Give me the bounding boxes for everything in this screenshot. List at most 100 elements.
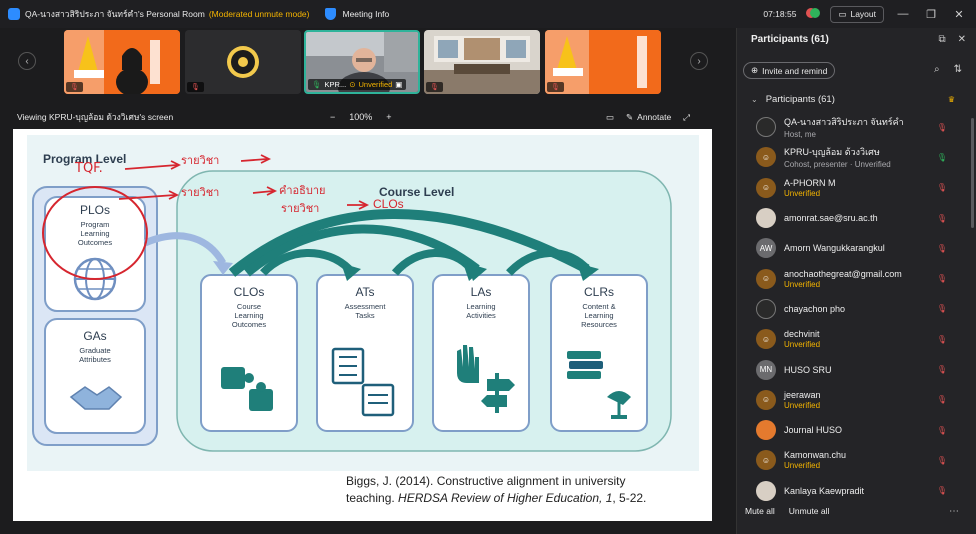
citation-volume: , 1 xyxy=(599,491,613,505)
participant-row[interactable]: ☺ Kamonwan.chu Unverified 🎙 xyxy=(737,445,969,475)
participant-list: QA-นางสาวสิริประภา จันทร์คำ Host, me 🎙 ☺ … xyxy=(737,112,969,506)
muted-mic-icon[interactable]: 🎙 xyxy=(937,426,947,435)
box-sub-line: Content & xyxy=(582,302,616,311)
close-panel-icon[interactable]: ✕ xyxy=(958,34,966,45)
muted-mic-icon: 🎙 xyxy=(191,84,200,91)
video-tile[interactable]: 🎙 xyxy=(545,30,661,94)
strip-next-icon[interactable]: › xyxy=(690,52,708,70)
clos-box: CLOs Course Learning Outcomes xyxy=(201,285,297,329)
plos-sub-line: Program xyxy=(80,220,110,229)
search-icon[interactable]: ⌕ xyxy=(934,64,940,75)
las-box: LAs Learning Activities xyxy=(433,285,529,320)
add-user-icon: ⊕ xyxy=(751,65,759,75)
strip-prev-icon[interactable]: ‹ xyxy=(18,52,36,70)
avatar xyxy=(756,298,776,319)
expand-icon[interactable]: ⤢ xyxy=(683,112,690,123)
mic-icon[interactable]: 🎙 xyxy=(937,153,947,162)
slide-diagram: Program Level Course Level PLOs Program … xyxy=(27,135,699,471)
avatar: ☺ xyxy=(756,389,776,410)
close-icon[interactable]: ✕ xyxy=(950,8,968,21)
muted-mic-icon[interactable]: 🎙 xyxy=(937,123,947,132)
participant-row[interactable]: AW Amorn Wangukkarangkul 🎙 xyxy=(737,233,969,263)
muted-mic-icon[interactable]: 🎙 xyxy=(937,183,947,192)
participant-row[interactable]: Kanlaya Kaewpradit 🎙 xyxy=(737,476,969,506)
screen-options-icon[interactable]: ▭ xyxy=(606,112,614,123)
gas-title: GAs xyxy=(83,329,107,343)
tile-label: 🎙 xyxy=(66,82,83,92)
mute-all-button[interactable]: Mute all xyxy=(745,506,775,516)
layout-button[interactable]: ▭ Layout xyxy=(830,5,884,23)
participant-name: dechvinit xyxy=(784,329,820,340)
clrs-box: CLRs Content & Learning Resources xyxy=(551,285,647,329)
zoom-out-button[interactable]: − xyxy=(330,112,335,122)
unmute-all-button[interactable]: Unmute all xyxy=(789,506,830,516)
participant-row[interactable]: ☺ jeerawan Unverified 🎙 xyxy=(737,385,969,415)
participant-row[interactable]: ☺ dechvinit Unverified 🎙 xyxy=(737,324,969,354)
citation-pages: , 5-22. xyxy=(612,491,647,505)
participant-name: chayachon pho xyxy=(784,303,846,314)
tile-label: 🎙 xyxy=(187,82,204,92)
invite-button[interactable]: ⊕ Invite and remind xyxy=(743,62,836,79)
plos-sub-line: Outcomes xyxy=(77,238,113,247)
video-tile[interactable]: 🎙 xyxy=(185,30,301,94)
group-label: Participants (61) xyxy=(765,94,835,105)
shared-screen[interactable]: Program Level Course Level PLOs Program … xyxy=(13,129,712,521)
scrollbar[interactable] xyxy=(971,118,974,228)
unverified-icon: ⊙ xyxy=(349,80,356,89)
participant-name: amonrat.sae@sru.ac.th xyxy=(784,213,878,224)
more-options-icon[interactable]: ⋯ xyxy=(949,506,959,517)
participant-row[interactable]: ☺ anochaothegreat@gmail.com Unverified 🎙 xyxy=(737,263,969,293)
participant-row[interactable]: ☺ KPRU-บุญล้อม ด้วงวิเศษ Cohost, presente… xyxy=(737,142,969,172)
video-tile[interactable]: 🎙 xyxy=(64,30,180,94)
sort-icon[interactable]: ⇅ xyxy=(954,64,962,75)
chevron-down-icon: ⌄ xyxy=(751,95,758,104)
gas-box: GAs Graduate Attributes xyxy=(45,329,145,364)
participant-row[interactable]: QA-นางสาวสิริประภา จันทร์คำ Host, me 🎙 xyxy=(737,112,969,142)
mode-label: (Moderated unmute mode) xyxy=(208,9,310,19)
panel-title: Participants (61) xyxy=(751,34,829,45)
video-tile-active[interactable]: 🎙 KPR... ⊙ Unverified ▣ xyxy=(304,30,420,94)
participant-name: Amorn Wangukkarangkul xyxy=(784,243,885,254)
muted-mic-icon[interactable]: 🎙 xyxy=(937,395,947,404)
video-tile[interactable]: 🎙 xyxy=(424,30,540,94)
gas-sub-line: Attributes xyxy=(79,355,111,364)
popout-icon[interactable]: ⧉ xyxy=(938,34,945,45)
annotate-button[interactable]: ✎ Annotate xyxy=(626,112,671,123)
meeting-clock: 07:18:55 xyxy=(763,9,797,19)
participant-row[interactable]: Journal HUSO 🎙 xyxy=(737,415,969,445)
restore-icon[interactable]: ❐ xyxy=(922,8,940,21)
muted-mic-icon[interactable]: 🎙 xyxy=(937,365,947,374)
muted-mic-icon[interactable]: 🎙 xyxy=(937,486,947,495)
layout-label: Layout xyxy=(850,9,876,19)
muted-mic-icon[interactable]: 🎙 xyxy=(937,335,947,344)
muted-mic-icon: 🎙 xyxy=(70,84,79,91)
meeting-info-button[interactable]: Meeting Info xyxy=(325,8,389,20)
clrs-subtitle: Content & Learning Resources xyxy=(551,302,647,329)
citation: Biggs, J. (2014). Constructive alignment… xyxy=(346,473,706,507)
muted-mic-icon[interactable]: 🎙 xyxy=(937,456,947,465)
participant-row[interactable]: MN HUSO SRU 🎙 xyxy=(737,354,969,384)
annotation-text: คำอธิบาย xyxy=(279,185,326,197)
participant-row[interactable]: amonrat.sae@sru.ac.th 🎙 xyxy=(737,203,969,233)
box-sub-line: Activities xyxy=(466,311,496,320)
muted-mic-icon[interactable]: 🎙 xyxy=(937,304,947,313)
participant-row[interactable]: ☺ A-PHORN M Unverified 🎙 xyxy=(737,173,969,203)
participant-name: KPRU-บุญล้อม ด้วงวิเศษ xyxy=(784,147,880,158)
participant-name: anochaothegreat@gmail.com xyxy=(784,268,902,279)
participants-group-header[interactable]: ⌄ Participants (61) ♛ xyxy=(751,94,965,105)
muted-mic-icon[interactable]: 🎙 xyxy=(937,214,947,223)
zoom-in-button[interactable]: + xyxy=(386,112,391,122)
muted-mic-icon[interactable]: 🎙 xyxy=(937,274,947,283)
gas-subtitle: Graduate Attributes xyxy=(45,346,145,364)
annotation-text: รายวิชา xyxy=(281,203,320,215)
participant-role: Host, me xyxy=(784,130,817,140)
minimize-icon[interactable]: — xyxy=(894,8,912,20)
participant-name: QA-นางสาวสิริประภา จันทร์คำ xyxy=(784,117,904,128)
participant-row[interactable]: chayachon pho 🎙 xyxy=(737,294,969,324)
invite-label: Invite and remind xyxy=(762,65,828,76)
tile-name: KPR... xyxy=(324,80,347,89)
plos-subtitle: Program Learning Outcomes xyxy=(45,220,145,247)
annotation-text: รายวิชา xyxy=(181,187,220,199)
citation-text: teaching. xyxy=(346,491,399,505)
muted-mic-icon[interactable]: 🎙 xyxy=(937,244,947,253)
